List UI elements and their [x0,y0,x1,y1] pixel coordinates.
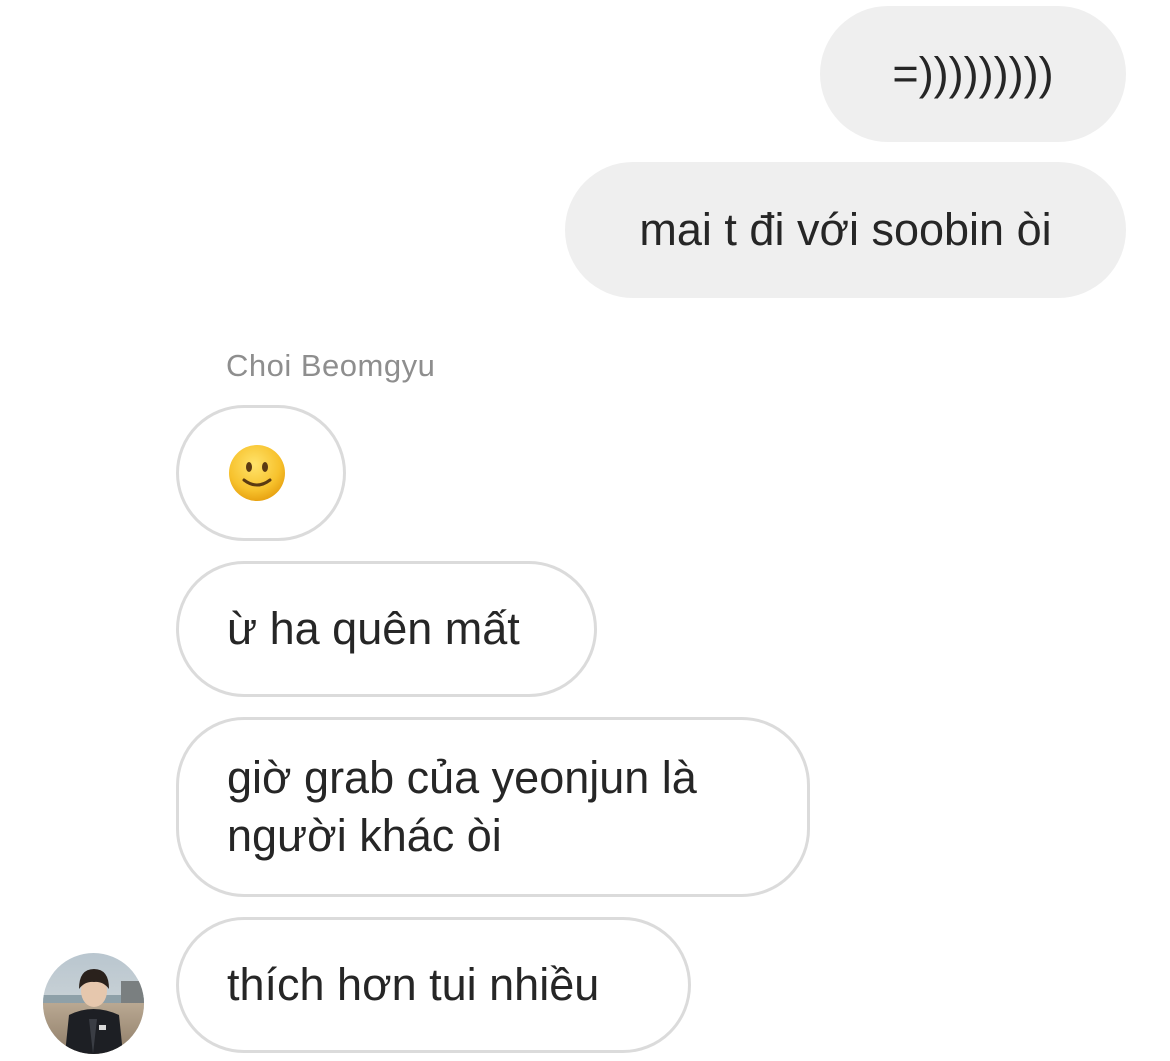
message-text: giờ grab của yeonjun là người khác òi [227,752,697,861]
sender-name: Choi Beomgyu [226,348,436,383]
slightly-smiling-face-emoji-icon [229,445,285,501]
message-text: mai t đi với soobin òi [639,204,1052,255]
incoming-message-bubble[interactable] [176,405,346,541]
sender-avatar[interactable] [43,953,144,1054]
message-text: thích hơn tui nhiều [227,959,600,1010]
message-text: =))))))))) [892,48,1054,99]
incoming-message-bubble[interactable]: thích hơn tui nhiều [176,917,691,1053]
profile-photo-icon [43,953,144,1054]
outgoing-message-bubble[interactable]: =))))))))) [820,6,1126,142]
incoming-message-bubble[interactable]: ừ ha quên mất [176,561,597,697]
incoming-message-bubble[interactable]: giờ grab của yeonjun là người khác òi [176,717,810,897]
outgoing-message-bubble[interactable]: mai t đi với soobin òi [565,162,1126,298]
message-text: ừ ha quên mất [227,603,520,654]
